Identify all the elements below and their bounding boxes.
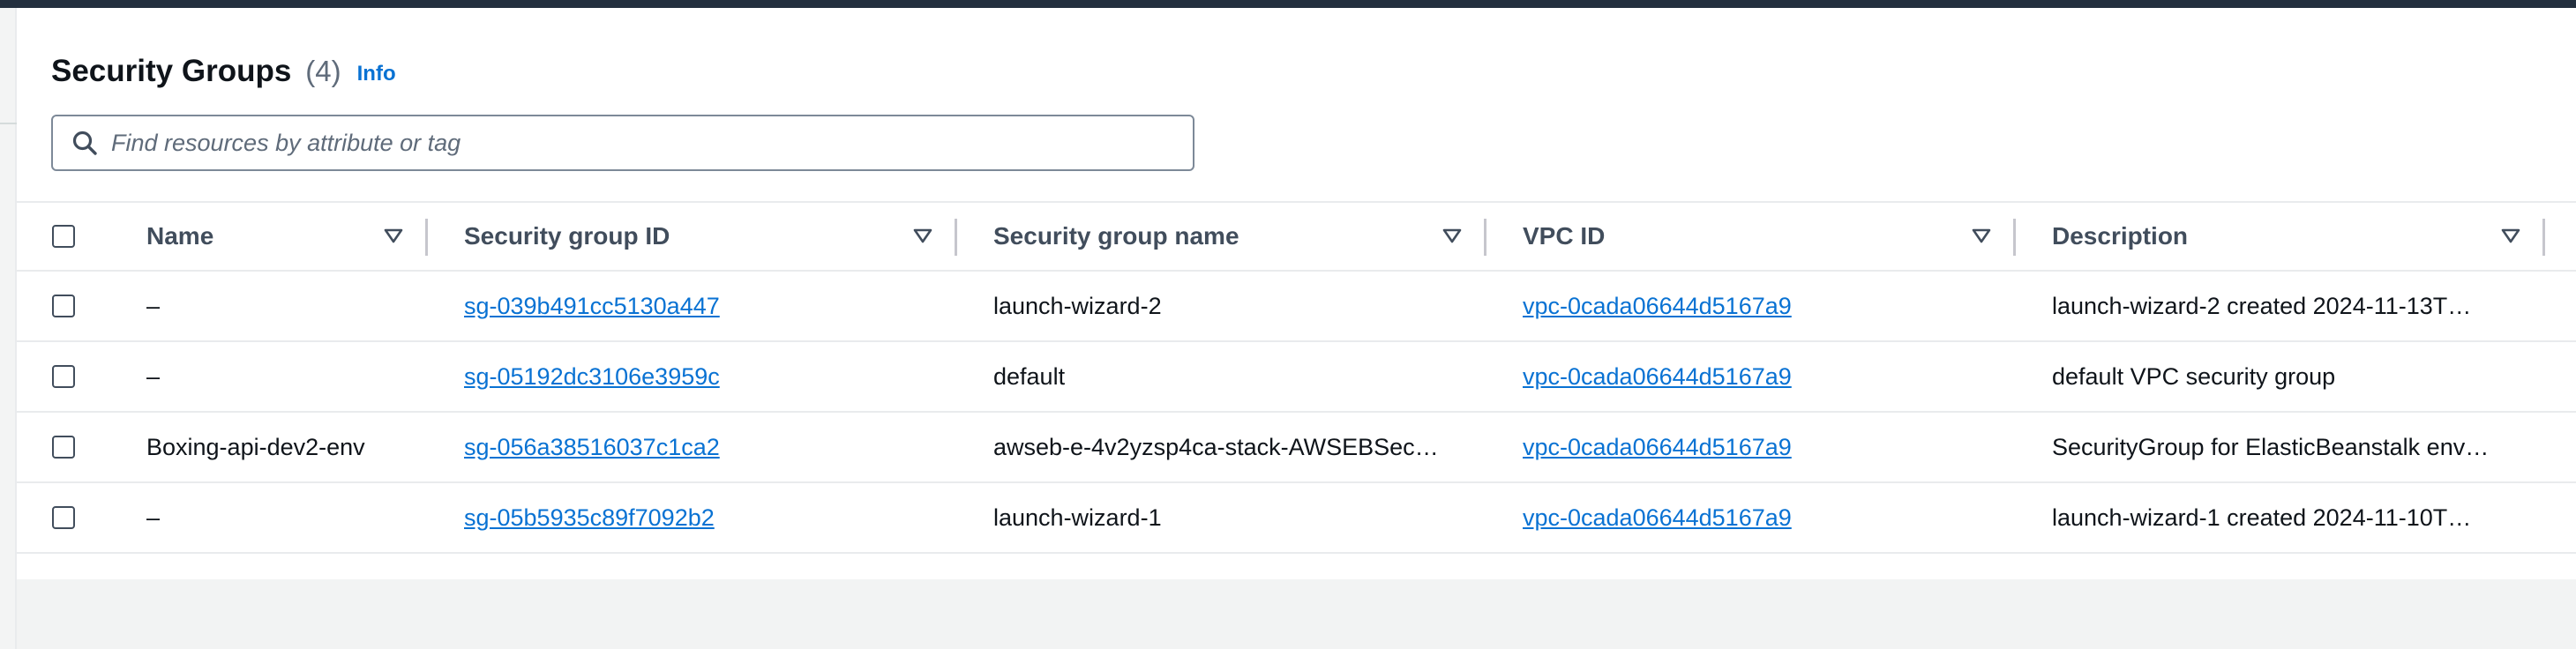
table-header-row: Name Security group ID Security group na… [17,203,2576,272]
cell-description: SecurityGroup for ElasticBeanstalk env… [2052,433,2490,460]
column-resizer[interactable] [955,219,957,256]
row-checkbox[interactable] [52,436,75,459]
row-checkbox[interactable] [52,506,75,529]
caret-down-icon[interactable] [2501,203,2520,270]
cell-description: launch-wizard-2 created 2024-11-13T… [2052,292,2472,319]
rail-divider [0,123,17,124]
cell-name: – [146,362,161,390]
column-header-vpc-id[interactable]: VPC ID [1523,203,1605,270]
panel-header: Security Groups (4) Info [51,45,396,98]
cell-description: default VPC security group [2052,362,2336,390]
column-resizer[interactable] [1484,219,1486,256]
table-row[interactable]: – sg-05b5935c89f7092b2 launch-wizard-1 v… [17,483,2576,554]
search-input[interactable] [104,118,1180,168]
table-row[interactable]: Boxing-api-dev2-env sg-056a38516037c1ca2… [17,413,2576,483]
caret-down-icon[interactable] [913,203,932,270]
column-header-security-group-name[interactable]: Security group name [993,203,1239,270]
cell-security-group-id-link[interactable]: sg-056a38516037c1ca2 [464,413,720,481]
cell-vpc-id-link[interactable]: vpc-0cada06644d5167a9 [1523,342,1792,411]
select-all-cell [52,203,75,270]
cell-security-group-name: launch-wizard-2 [993,292,1162,319]
caret-down-icon[interactable] [384,203,403,270]
cell-name: – [146,292,161,319]
cell-vpc-id-link[interactable]: vpc-0cada06644d5167a9 [1523,272,1792,340]
row-select-cell [52,342,75,411]
security-groups-table: Name Security group ID Security group na… [17,201,2576,554]
caret-down-icon[interactable] [1442,203,1462,270]
search-field[interactable] [51,115,1194,171]
cell-description: launch-wizard-1 created 2024-11-10T… [2052,504,2472,531]
column-header-security-group-id[interactable]: Security group ID [464,203,670,270]
page-footer-background [17,579,2576,649]
row-select-cell [52,272,75,340]
cell-name: – [146,504,161,531]
cell-vpc-id-link[interactable]: vpc-0cada06644d5167a9 [1523,483,1792,552]
row-checkbox[interactable] [52,365,75,388]
top-navigation-bar [0,0,2576,8]
row-select-cell [52,483,75,552]
column-resizer[interactable] [425,219,428,256]
cell-name: Boxing-api-dev2-env [146,433,365,460]
column-header-description[interactable]: Description [2052,203,2188,270]
select-all-checkbox[interactable] [52,225,75,248]
security-groups-panel: Security Groups (4) Info Name Security g… [17,8,2576,649]
row-checkbox[interactable] [52,295,75,317]
cell-security-group-name: default [993,362,1066,390]
page-title: Security Groups [51,54,292,88]
caret-down-icon[interactable] [1972,203,1991,270]
row-select-cell [52,413,75,481]
resource-count: (4) [305,55,341,87]
column-resizer[interactable] [2013,219,2016,256]
cell-security-group-name: launch-wizard-1 [993,504,1162,531]
cell-vpc-id-link[interactable]: vpc-0cada06644d5167a9 [1523,413,1792,481]
info-link[interactable]: Info [357,62,396,86]
cell-security-group-name: awseb-e-4v2yzsp4ca-stack-AWSEBSec… [993,433,1439,460]
table-row[interactable]: – sg-05192dc3106e3959c default vpc-0cada… [17,342,2576,413]
cell-security-group-id-link[interactable]: sg-05192dc3106e3959c [464,342,720,411]
cell-security-group-id-link[interactable]: sg-039b491cc5130a447 [464,272,720,340]
column-header-name[interactable]: Name [146,203,213,270]
table-row[interactable]: – sg-039b491cc5130a447 launch-wizard-2 v… [17,272,2576,342]
search-icon [65,116,104,169]
cell-security-group-id-link[interactable]: sg-05b5935c89f7092b2 [464,483,715,552]
side-navigation-rail [0,8,17,649]
column-resizer[interactable] [2542,219,2545,256]
